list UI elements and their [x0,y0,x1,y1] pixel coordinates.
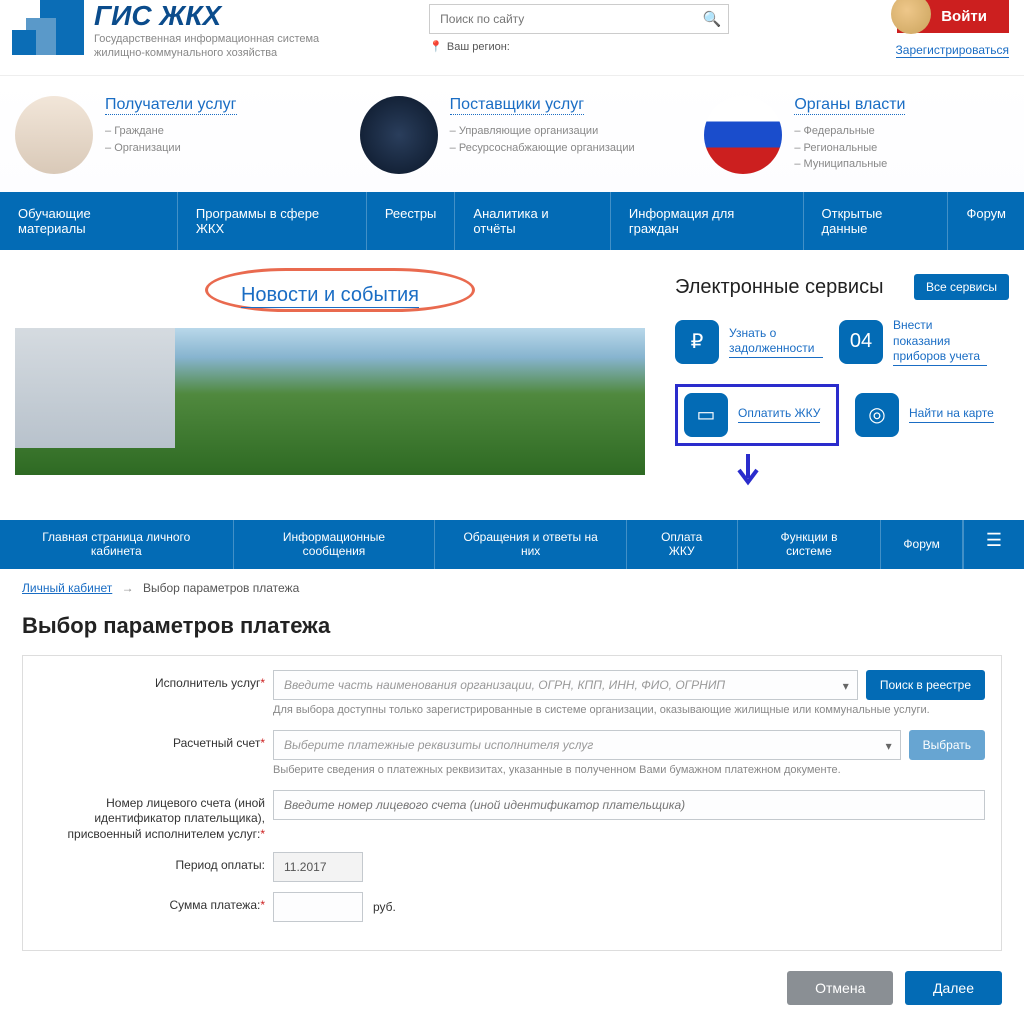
account-nav: Главная страница личного кабинета Информ… [0,520,1024,569]
nav-item[interactable]: Аналитика и отчёты [455,192,611,250]
logo-icon [12,0,84,65]
period-label: Период оплаты: [39,852,273,874]
breadcrumb-root[interactable]: Личный кабинет [22,581,112,595]
all-services-button[interactable]: Все сервисы [914,274,1009,300]
main-nav: Обучающие материалы Программы в сфере ЖК… [0,192,1024,250]
service-debt[interactable]: ₽ Узнать о задолженности [675,318,823,366]
personal-account-input[interactable] [273,790,985,820]
sum-input[interactable] [273,892,363,922]
logo-sub2: жилищно-коммунального хозяйства [94,46,319,60]
service-label: Оплатить ЖКУ [738,406,820,423]
cat-providers-icon [360,96,438,174]
cat-providers: Поставщики услуг Управляющие организации… [360,96,665,174]
breadcrumb-sep: → [122,581,134,595]
news-link[interactable]: Новости и события [241,284,419,308]
nav-item[interactable]: Обучающие материалы [0,192,178,250]
provider-search-button[interactable]: Поиск в реестре [866,670,985,700]
menu-icon[interactable]: ☰ [963,520,1024,569]
category-row: Получатели услуг Граждане Организации По… [0,75,1024,192]
nav-item[interactable]: Открытые данные [804,192,949,250]
chevron-down-icon: ▾ [843,679,849,693]
cat-recipients: Получатели услуг Граждане Организации [15,96,320,174]
cat-authorities: Органы власти Федеральные Региональные М… [704,96,1009,174]
cat-item: Управляющие организации [450,123,635,140]
nav2-item[interactable]: Информационные сообщения [234,520,436,569]
cat-recipients-title[interactable]: Получатели услуг [105,96,237,115]
nav-item[interactable]: Форум [948,192,1024,250]
cat-authorities-title[interactable]: Органы власти [794,96,905,115]
logo-block: ГИС ЖКХ Государственная информационная с… [12,0,319,65]
breadcrumb: Личный кабинет → Выбор параметров платеж… [0,569,1024,607]
period-input[interactable] [273,852,363,882]
nav-item[interactable]: Программы в сфере ЖКХ [178,192,367,250]
cat-item: Муниципальные [794,156,905,173]
nav2-item[interactable]: Форум [881,520,962,569]
ruble-icon: ₽ [675,320,719,364]
map-pin-icon: ◎ [855,393,899,437]
nav2-item[interactable]: Функции в системе [738,520,882,569]
provider-select[interactable]: Введите часть наименования организации, … [273,670,858,700]
chevron-down-icon: ▾ [886,739,892,753]
cat-recipients-icon [15,96,93,174]
cat-item: Граждане [105,123,237,140]
key-icon [891,0,931,34]
breadcrumb-current: Выбор параметров платежа [143,581,299,595]
search-icon[interactable]: 🔍 [702,10,721,28]
account-label: Расчетный счет* [39,730,273,752]
register-link[interactable]: Зарегистрироваться [896,43,1009,58]
search-input[interactable] [429,4,729,34]
provider-hint: Для выбора доступны только зарегистриров… [273,704,985,716]
services-heading: Электронные сервисы [675,276,883,299]
currency-label: руб. [373,900,396,914]
provider-label: Исполнитель услуг* [39,670,273,692]
service-label: Найти на карте [909,406,994,423]
news-image [15,328,645,475]
nav2-item[interactable]: Главная страница личного кабинета [0,520,234,569]
login-button[interactable]: Войти [897,0,1009,33]
service-meter[interactable]: 04 Внести показания приборов учета [839,318,987,366]
cat-authorities-icon [704,96,782,174]
cat-item: Региональные [794,140,905,157]
nav-item[interactable]: Реестры [367,192,456,250]
cat-item: Организации [105,140,237,157]
payment-form: Исполнитель услуг* Введите часть наимено… [22,655,1002,952]
account-select[interactable]: Выберите платежные реквизиты исполнителя… [273,730,901,760]
logo-title: ГИС ЖКХ [94,0,319,32]
service-label: Узнать о задолженности [729,326,823,358]
meter-icon: 04 [839,320,883,364]
wallet-icon: ▭ [684,393,728,437]
logo-sub1: Государственная информационная система [94,32,319,46]
page-title: Выбор параметров платежа [0,607,1024,655]
service-pay[interactable]: ▭ Оплатить ЖКУ [675,384,839,446]
personal-label: Номер лицевого счета (иной идентификатор… [39,790,273,843]
cat-item: Федеральные [794,123,905,140]
cat-providers-title[interactable]: Поставщики услуг [450,96,584,115]
cancel-button[interactable]: Отмена [787,971,893,1005]
cat-item: Ресурсоснабжающие организации [450,140,635,157]
nav2-item[interactable]: Оплата ЖКУ [627,520,738,569]
sum-label: Сумма платежа:* [39,892,273,914]
service-label: Внести показания приборов учета [893,318,987,366]
nav2-item[interactable]: Обращения и ответы на них [435,520,626,569]
next-button[interactable]: Далее [905,971,1002,1005]
account-choose-button[interactable]: Выбрать [909,730,985,760]
region-label: 📍Ваш регион: [429,40,729,53]
arrow-down-icon [733,452,763,490]
nav-item[interactable]: Информация для граждан [611,192,804,250]
pin-icon: 📍 [429,41,443,53]
account-hint: Выберите сведения о платежных реквизитах… [273,764,985,776]
service-map[interactable]: ◎ Найти на карте [855,384,1003,446]
